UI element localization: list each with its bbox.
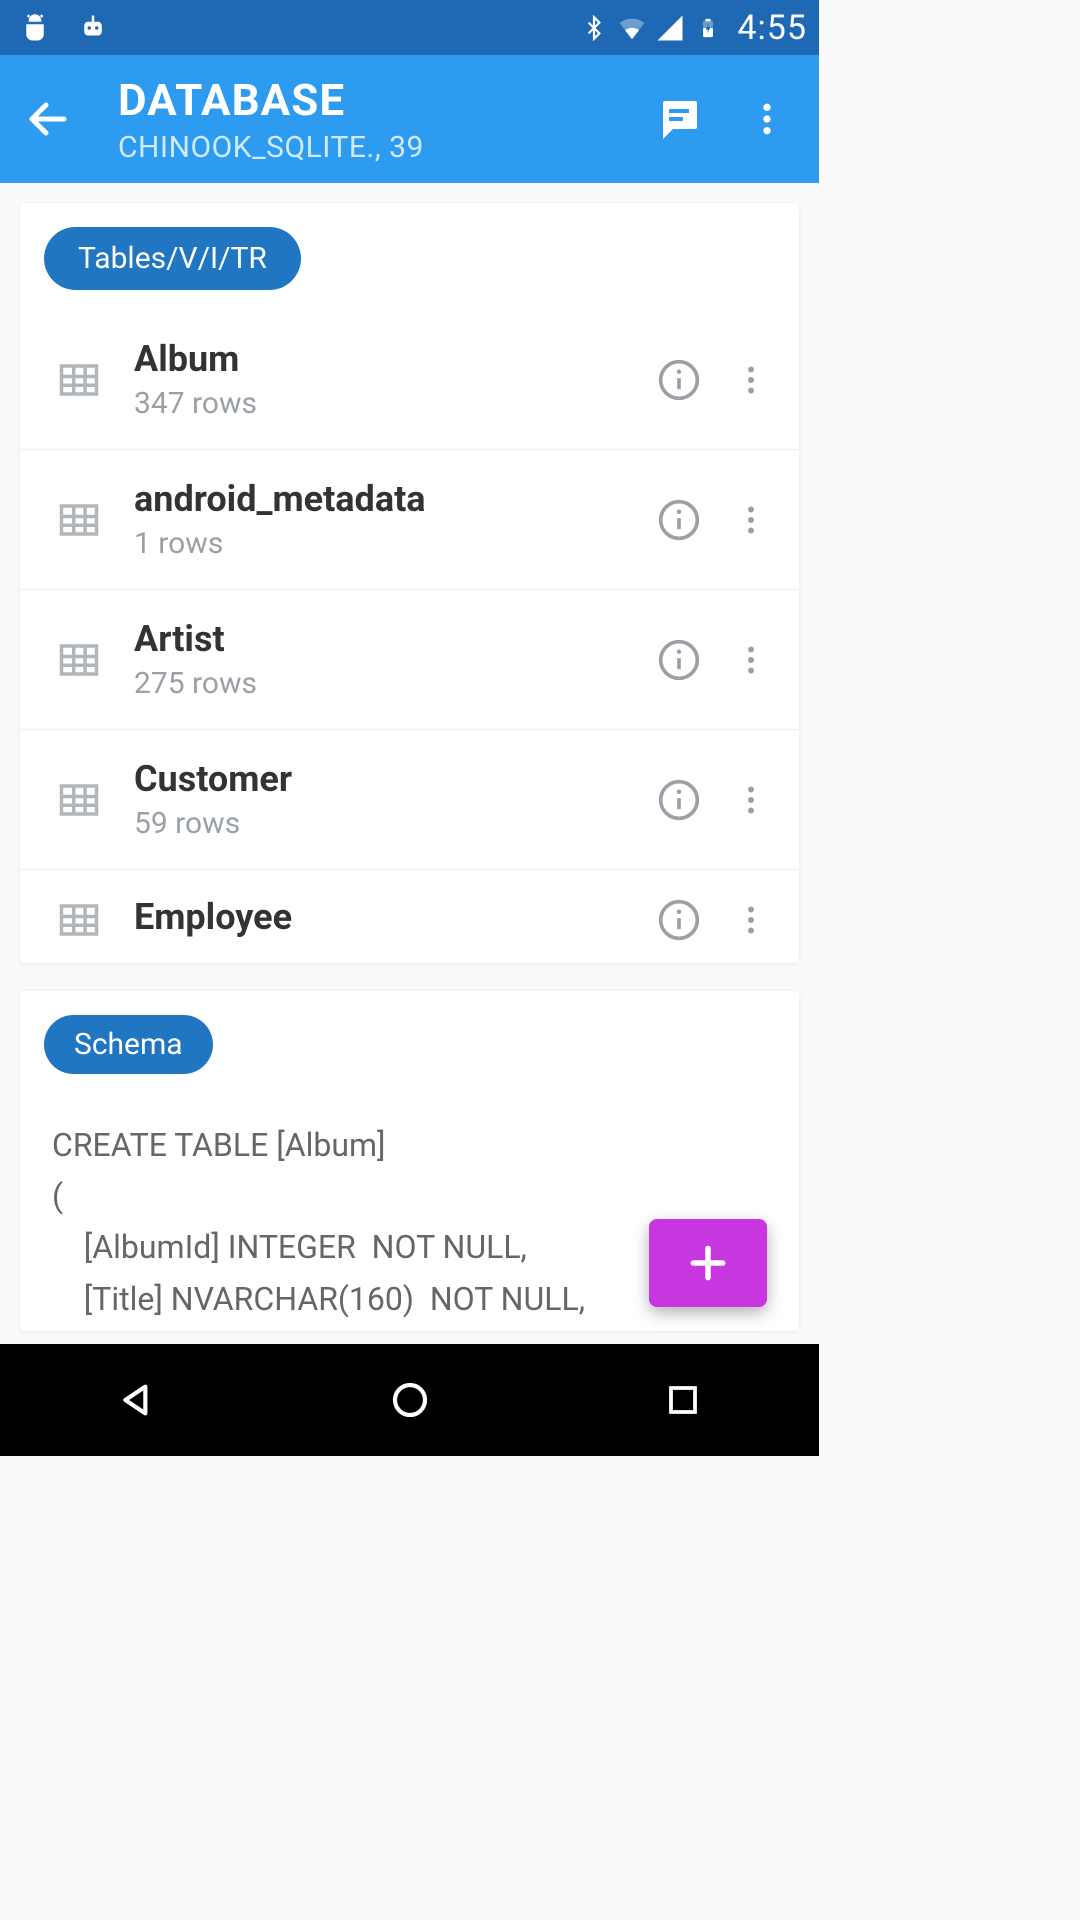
- schema-card: Schema CREATE TABLE [Album] ( [AlbumId] …: [20, 991, 799, 1331]
- table-rowcount: 275 rows: [134, 666, 643, 701]
- table-row[interactable]: Artist 275 rows: [20, 590, 799, 730]
- table-row[interactable]: Customer 59 rows: [20, 730, 799, 870]
- back-button[interactable]: [8, 95, 88, 143]
- row-overflow-button[interactable]: [715, 502, 787, 538]
- info-button[interactable]: [643, 638, 715, 682]
- tables-card: Tables/V/I/TR Album 347 rows: [20, 203, 799, 963]
- table-row[interactable]: Employee: [20, 870, 799, 963]
- table-icon: [48, 899, 110, 941]
- table-name: Artist: [134, 618, 643, 660]
- info-button[interactable]: [643, 778, 715, 822]
- table-rowcount: 1 rows: [134, 526, 643, 561]
- table-icon: [48, 499, 110, 541]
- table-row[interactable]: Album 347 rows: [20, 310, 799, 450]
- table-name: Employee: [134, 896, 643, 938]
- table-name: Album: [134, 338, 643, 380]
- nav-recents-button[interactable]: [661, 1378, 705, 1422]
- table-rowcount: 59 rows: [134, 806, 643, 841]
- info-button[interactable]: [643, 498, 715, 542]
- app-title: DATABASE: [118, 74, 635, 126]
- schema-chip[interactable]: Schema: [44, 1015, 213, 1074]
- table-icon: [48, 779, 110, 821]
- status-bar: 4:55: [0, 0, 819, 55]
- table-rowcount: 347 rows: [134, 386, 643, 421]
- table-name: Customer: [134, 758, 643, 800]
- navigation-bar: [0, 1344, 819, 1456]
- row-overflow-button[interactable]: [715, 902, 787, 938]
- table-icon: [48, 359, 110, 401]
- battery-charging-icon: [693, 13, 723, 43]
- table-icon: [48, 639, 110, 681]
- nav-back-button[interactable]: [115, 1378, 159, 1422]
- comment-button[interactable]: [635, 95, 723, 143]
- robot-icon: [78, 13, 108, 43]
- app-bar: DATABASE CHINOOK_SQLITE., 39: [0, 55, 819, 183]
- info-button[interactable]: [643, 898, 715, 942]
- bluetooth-icon: [579, 13, 609, 43]
- info-button[interactable]: [643, 358, 715, 402]
- table-list[interactable]: Album 347 rows android_metadata 1 rows: [20, 310, 799, 963]
- content-area: Tables/V/I/TR Album 347 rows: [0, 183, 819, 1344]
- nav-home-button[interactable]: [388, 1378, 432, 1422]
- app-subtitle: CHINOOK_SQLITE., 39: [118, 130, 635, 165]
- table-name: android_metadata: [134, 478, 643, 520]
- row-overflow-button[interactable]: [715, 642, 787, 678]
- wifi-icon: [617, 13, 647, 43]
- fab-add-button[interactable]: [649, 1219, 767, 1307]
- row-overflow-button[interactable]: [715, 782, 787, 818]
- overflow-menu-button[interactable]: [723, 99, 811, 139]
- tables-chip[interactable]: Tables/V/I/TR: [44, 227, 301, 290]
- status-clock: 4:55: [737, 8, 807, 48]
- row-overflow-button[interactable]: [715, 362, 787, 398]
- cell-signal-icon: [655, 13, 685, 43]
- table-row[interactable]: android_metadata 1 rows: [20, 450, 799, 590]
- android-debug-icon: [20, 13, 50, 43]
